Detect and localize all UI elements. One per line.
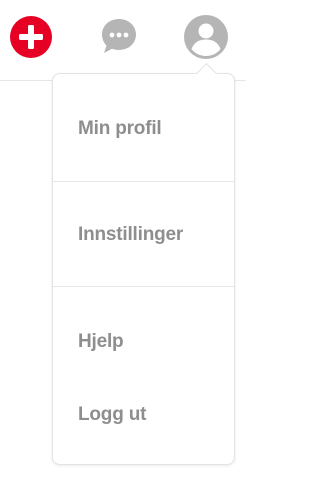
menu-item-my-profile[interactable]: Min profil <box>78 118 162 140</box>
page: Min profil Innstillinger Hjelp Logg ut <box>0 0 246 480</box>
profile-button[interactable] <box>183 14 229 60</box>
menu-divider <box>53 181 234 182</box>
menu-item-help[interactable]: Hjelp <box>78 331 124 353</box>
chat-bubble-icon <box>102 19 136 53</box>
menu-item-settings[interactable]: Innstillinger <box>78 224 183 246</box>
profile-dropdown-menu: Min profil Innstillinger Hjelp Logg ut <box>52 62 235 465</box>
messages-button[interactable] <box>99 16 139 56</box>
menu-divider <box>53 286 234 287</box>
menu-item-log-out[interactable]: Logg ut <box>78 404 146 426</box>
plus-circle-icon <box>10 16 52 58</box>
add-button[interactable] <box>10 16 52 58</box>
user-avatar-icon <box>184 15 228 59</box>
